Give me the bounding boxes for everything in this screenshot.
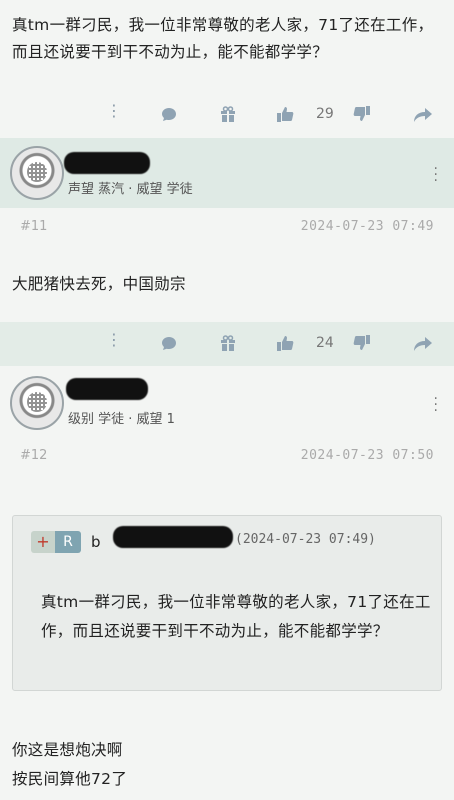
post-2-floor-row: #11 2024-07-23 07:49 xyxy=(0,206,454,246)
post-3-floor-row: #12 2024-07-23 07:50 xyxy=(0,435,454,475)
kebab-menu-icon[interactable]: · · · xyxy=(434,162,438,188)
kebab-menu-icon[interactable]: · · · xyxy=(434,392,438,418)
floor-number: #12 xyxy=(20,447,48,463)
more-dots-icon[interactable]: ⋮ xyxy=(106,332,122,348)
user-row-1: 声望 蒸汽 · 威望 学徒 · · · xyxy=(0,138,454,208)
comment-bubble-icon[interactable] xyxy=(160,106,178,124)
user-row-2: 级别 学徒 · 威望 1 · · · xyxy=(0,368,454,438)
post-2-action-bar: ⋮ 24 xyxy=(0,322,454,366)
user-meta: 声望 蒸汽 · 威望 学徒 xyxy=(68,182,193,197)
gift-icon[interactable] xyxy=(219,334,237,352)
post-2-body: 大肥猪快去死，中国勋宗 xyxy=(12,275,186,293)
quote-text: 真tm一群刁民，我一位非常尊敬的老人家，71了还在工作，而且还说要干到干不动为止… xyxy=(41,593,431,640)
like-count: 29 xyxy=(316,106,334,122)
post-date: 2024-07-23 07:49 xyxy=(300,218,434,234)
share-arrow-icon[interactable] xyxy=(413,106,433,124)
quote-header: + R b xyxy=(31,531,101,553)
reply-body: 你这是想炮决啊 按民间算他72了 xyxy=(12,736,127,794)
share-arrow-icon[interactable] xyxy=(413,335,433,353)
avatar[interactable] xyxy=(10,376,64,430)
thumbs-up-icon[interactable] xyxy=(276,105,294,123)
post-1-body: 真tm一群刁民，我一位非常尊敬的老人家，71了还在工作，而且还说要干到干不动为止… xyxy=(12,16,434,61)
quote-box: + R b (2024-07-23 07:49) 真tm一群刁民，我一位非常尊敬… xyxy=(12,515,442,691)
reply-line: 你这是想炮决啊 xyxy=(12,741,123,759)
quote-name-prefix: b xyxy=(91,533,101,551)
reply-line: 按民间算他72了 xyxy=(12,770,128,788)
like-count: 24 xyxy=(316,335,334,351)
quote-time: (2024-07-23 07:49) xyxy=(235,532,376,547)
gift-icon[interactable] xyxy=(219,105,237,123)
thumbs-up-icon[interactable] xyxy=(276,334,294,352)
floor-number: #11 xyxy=(20,218,48,234)
post-date: 2024-07-23 07:50 xyxy=(300,447,434,463)
redacted-username-scribble xyxy=(64,152,150,174)
thumbs-down-icon[interactable] xyxy=(353,334,371,352)
redacted-username-scribble xyxy=(66,378,148,400)
thumbs-down-icon[interactable] xyxy=(353,105,371,123)
quote-plus-badge[interactable]: + xyxy=(31,531,55,553)
post-1-action-bar: ⋮ 29 xyxy=(0,93,454,137)
more-dots-icon[interactable]: ⋮ xyxy=(106,103,122,119)
quote-reply-badge[interactable]: R xyxy=(55,531,81,553)
avatar[interactable] xyxy=(10,146,64,200)
user-meta: 级别 学徒 · 威望 1 xyxy=(68,412,175,427)
redacted-quote-username-scribble xyxy=(113,526,233,548)
comment-bubble-icon[interactable] xyxy=(160,335,178,353)
